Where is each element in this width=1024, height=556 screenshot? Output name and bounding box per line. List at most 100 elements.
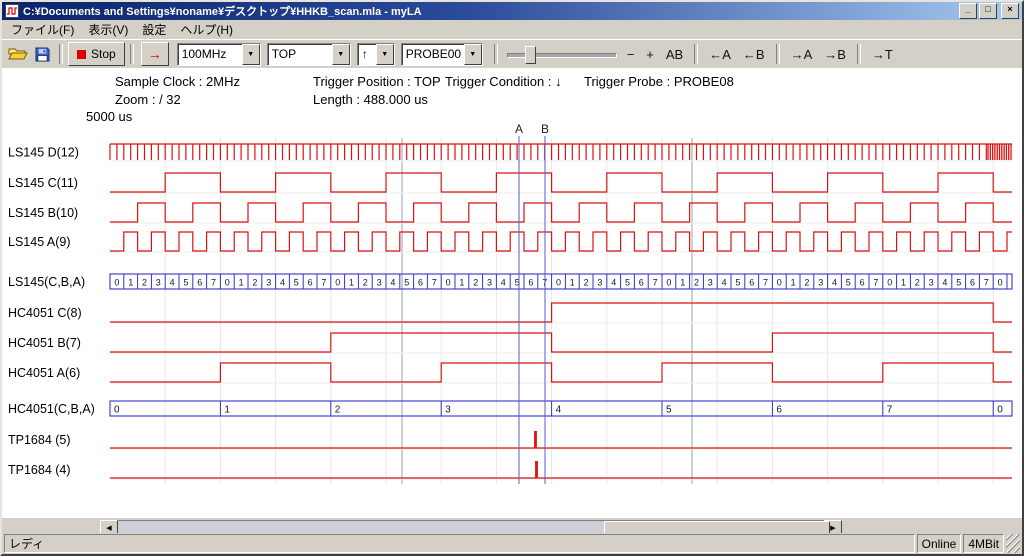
- resize-grip[interactable]: [1006, 534, 1020, 553]
- sample-clock-value: 100MHz: [178, 47, 242, 61]
- zoom-out-button[interactable]: −: [621, 43, 641, 65]
- goto-trigger-button[interactable]: →T: [866, 43, 899, 65]
- toolbar: Stop → 100MHz ▼ TOP ▼ ↑ ▼ PROBE00 ▼ − + …: [2, 39, 1022, 68]
- trigger-position-value: TOP: [268, 47, 332, 61]
- bus-value: 6: [308, 278, 313, 288]
- bus-value: 1: [239, 278, 244, 288]
- titlebar: C:¥Documents and Settings¥noname¥デスクトップ¥…: [2, 2, 1022, 20]
- trigger-position-select[interactable]: TOP ▼: [267, 43, 351, 66]
- bus-value: 6: [860, 278, 865, 288]
- bus-value: 4: [556, 405, 562, 416]
- menu-help[interactable]: ヘルプ(H): [173, 20, 240, 39]
- sample-clock-select[interactable]: 100MHz ▼: [177, 43, 261, 66]
- scrollbar-track[interactable]: [118, 520, 824, 533]
- bus-value: 0: [666, 278, 671, 288]
- window-controls: _ □ ×: [959, 3, 1019, 19]
- zoom-slider-track: [507, 53, 617, 58]
- toolbar-separator: [694, 44, 698, 64]
- cursor-label-b: B: [541, 122, 549, 136]
- chevron-down-icon[interactable]: ▼: [242, 44, 260, 65]
- bus-value: 5: [666, 405, 672, 416]
- bus-value: 0: [114, 278, 119, 288]
- bus-value: 2: [915, 278, 920, 288]
- bus-value: 5: [846, 278, 851, 288]
- bus-value: 3: [597, 278, 602, 288]
- bus-value: 2: [694, 278, 699, 288]
- bus-value: 0: [777, 278, 782, 288]
- stop-icon: [77, 50, 86, 59]
- bus-value: 3: [266, 278, 271, 288]
- bus-value: 1: [570, 278, 575, 288]
- window-title: C:¥Documents and Settings¥noname¥デスクトップ¥…: [23, 3, 959, 19]
- channel-label: HC4051 A(6): [8, 366, 80, 380]
- stop-button[interactable]: Stop: [68, 42, 125, 66]
- ab-button[interactable]: AB: [660, 43, 689, 65]
- channel-label: LS145 A(9): [8, 235, 71, 249]
- minimize-button[interactable]: _: [959, 3, 977, 19]
- menu-view[interactable]: 表示(V): [81, 20, 135, 39]
- maximize-button[interactable]: □: [979, 3, 997, 19]
- scrollbar-thumb[interactable]: [604, 521, 830, 533]
- toolbar-separator: [776, 44, 780, 64]
- bus-value: 7: [321, 278, 326, 288]
- waveform-trace: [110, 173, 1012, 192]
- channel-label: LS145 C(11): [8, 176, 78, 190]
- bus-value: 1: [459, 278, 464, 288]
- zoom-slider-thumb[interactable]: [525, 46, 536, 64]
- trigger-edge-select[interactable]: ↑ ▼: [357, 43, 395, 66]
- bus-value: 6: [197, 278, 202, 288]
- menu-settings[interactable]: 設定: [135, 20, 173, 39]
- channel-label: LS145 B(10): [8, 206, 78, 220]
- app-window: C:¥Documents and Settings¥noname¥デスクトップ¥…: [0, 0, 1024, 556]
- menubar: ファイル(F) 表示(V) 設定 ヘルプ(H): [2, 20, 1022, 39]
- goto-a-left-button[interactable]: ←A: [703, 43, 737, 65]
- bus-value: 7: [873, 278, 878, 288]
- bus-value: 7: [653, 278, 658, 288]
- waveform-trace: [110, 333, 1012, 352]
- open-folder-icon: [8, 47, 28, 61]
- probe-value: PROBE00: [402, 47, 464, 61]
- bus-value: 0: [887, 278, 892, 288]
- app-icon: [4, 4, 20, 18]
- close-button[interactable]: ×: [1001, 3, 1019, 19]
- chevron-down-icon[interactable]: ▼: [332, 44, 350, 65]
- channel-label: HC4051 C(8): [8, 306, 82, 320]
- online-status: Online: [917, 534, 962, 553]
- bus-value: 7: [984, 278, 989, 288]
- pulse: [534, 431, 537, 448]
- chevron-down-icon[interactable]: ▼: [376, 44, 394, 65]
- bus-value: 2: [363, 278, 368, 288]
- bus-value: 4: [501, 278, 506, 288]
- chevron-down-icon[interactable]: ▼: [464, 44, 482, 65]
- bus-value: 0: [446, 278, 451, 288]
- bus-value: 6: [970, 278, 975, 288]
- zoom-slider[interactable]: [507, 44, 617, 64]
- goto-a-right-button[interactable]: →A: [785, 43, 819, 65]
- bus-value: 0: [225, 278, 230, 288]
- horizontal-scrollbar[interactable]: ◀ ▶: [100, 520, 842, 533]
- bus-value: 5: [404, 278, 409, 288]
- goto-b-right-button[interactable]: →B: [818, 43, 852, 65]
- zoom-in-button[interactable]: +: [640, 43, 660, 65]
- bus-value: 3: [156, 278, 161, 288]
- channel-label: TP1684 (4): [8, 463, 71, 477]
- waveform-trace: [110, 232, 1012, 251]
- menu-file[interactable]: ファイル(F): [4, 20, 81, 39]
- waveform-trace: [110, 363, 1012, 382]
- client-area: Sample Clock : 2MHz Trigger Position : T…: [2, 68, 1022, 533]
- run-button[interactable]: →: [141, 42, 169, 66]
- toolbar-separator: [857, 44, 861, 64]
- bus-value: 5: [735, 278, 740, 288]
- save-button[interactable]: [30, 43, 54, 65]
- channel-label: HC4051 B(7): [8, 336, 81, 350]
- scroll-left-button[interactable]: ◀: [100, 520, 118, 533]
- open-button[interactable]: [6, 43, 30, 65]
- probe-select[interactable]: PROBE00 ▼: [401, 43, 483, 66]
- bus-value: 4: [170, 278, 175, 288]
- bus-value: 6: [639, 278, 644, 288]
- bus-value: 7: [432, 278, 437, 288]
- bus-value: 4: [611, 278, 616, 288]
- bus-value: 1: [128, 278, 133, 288]
- bus-value: 0: [335, 278, 340, 288]
- goto-b-left-button[interactable]: ←B: [737, 43, 771, 65]
